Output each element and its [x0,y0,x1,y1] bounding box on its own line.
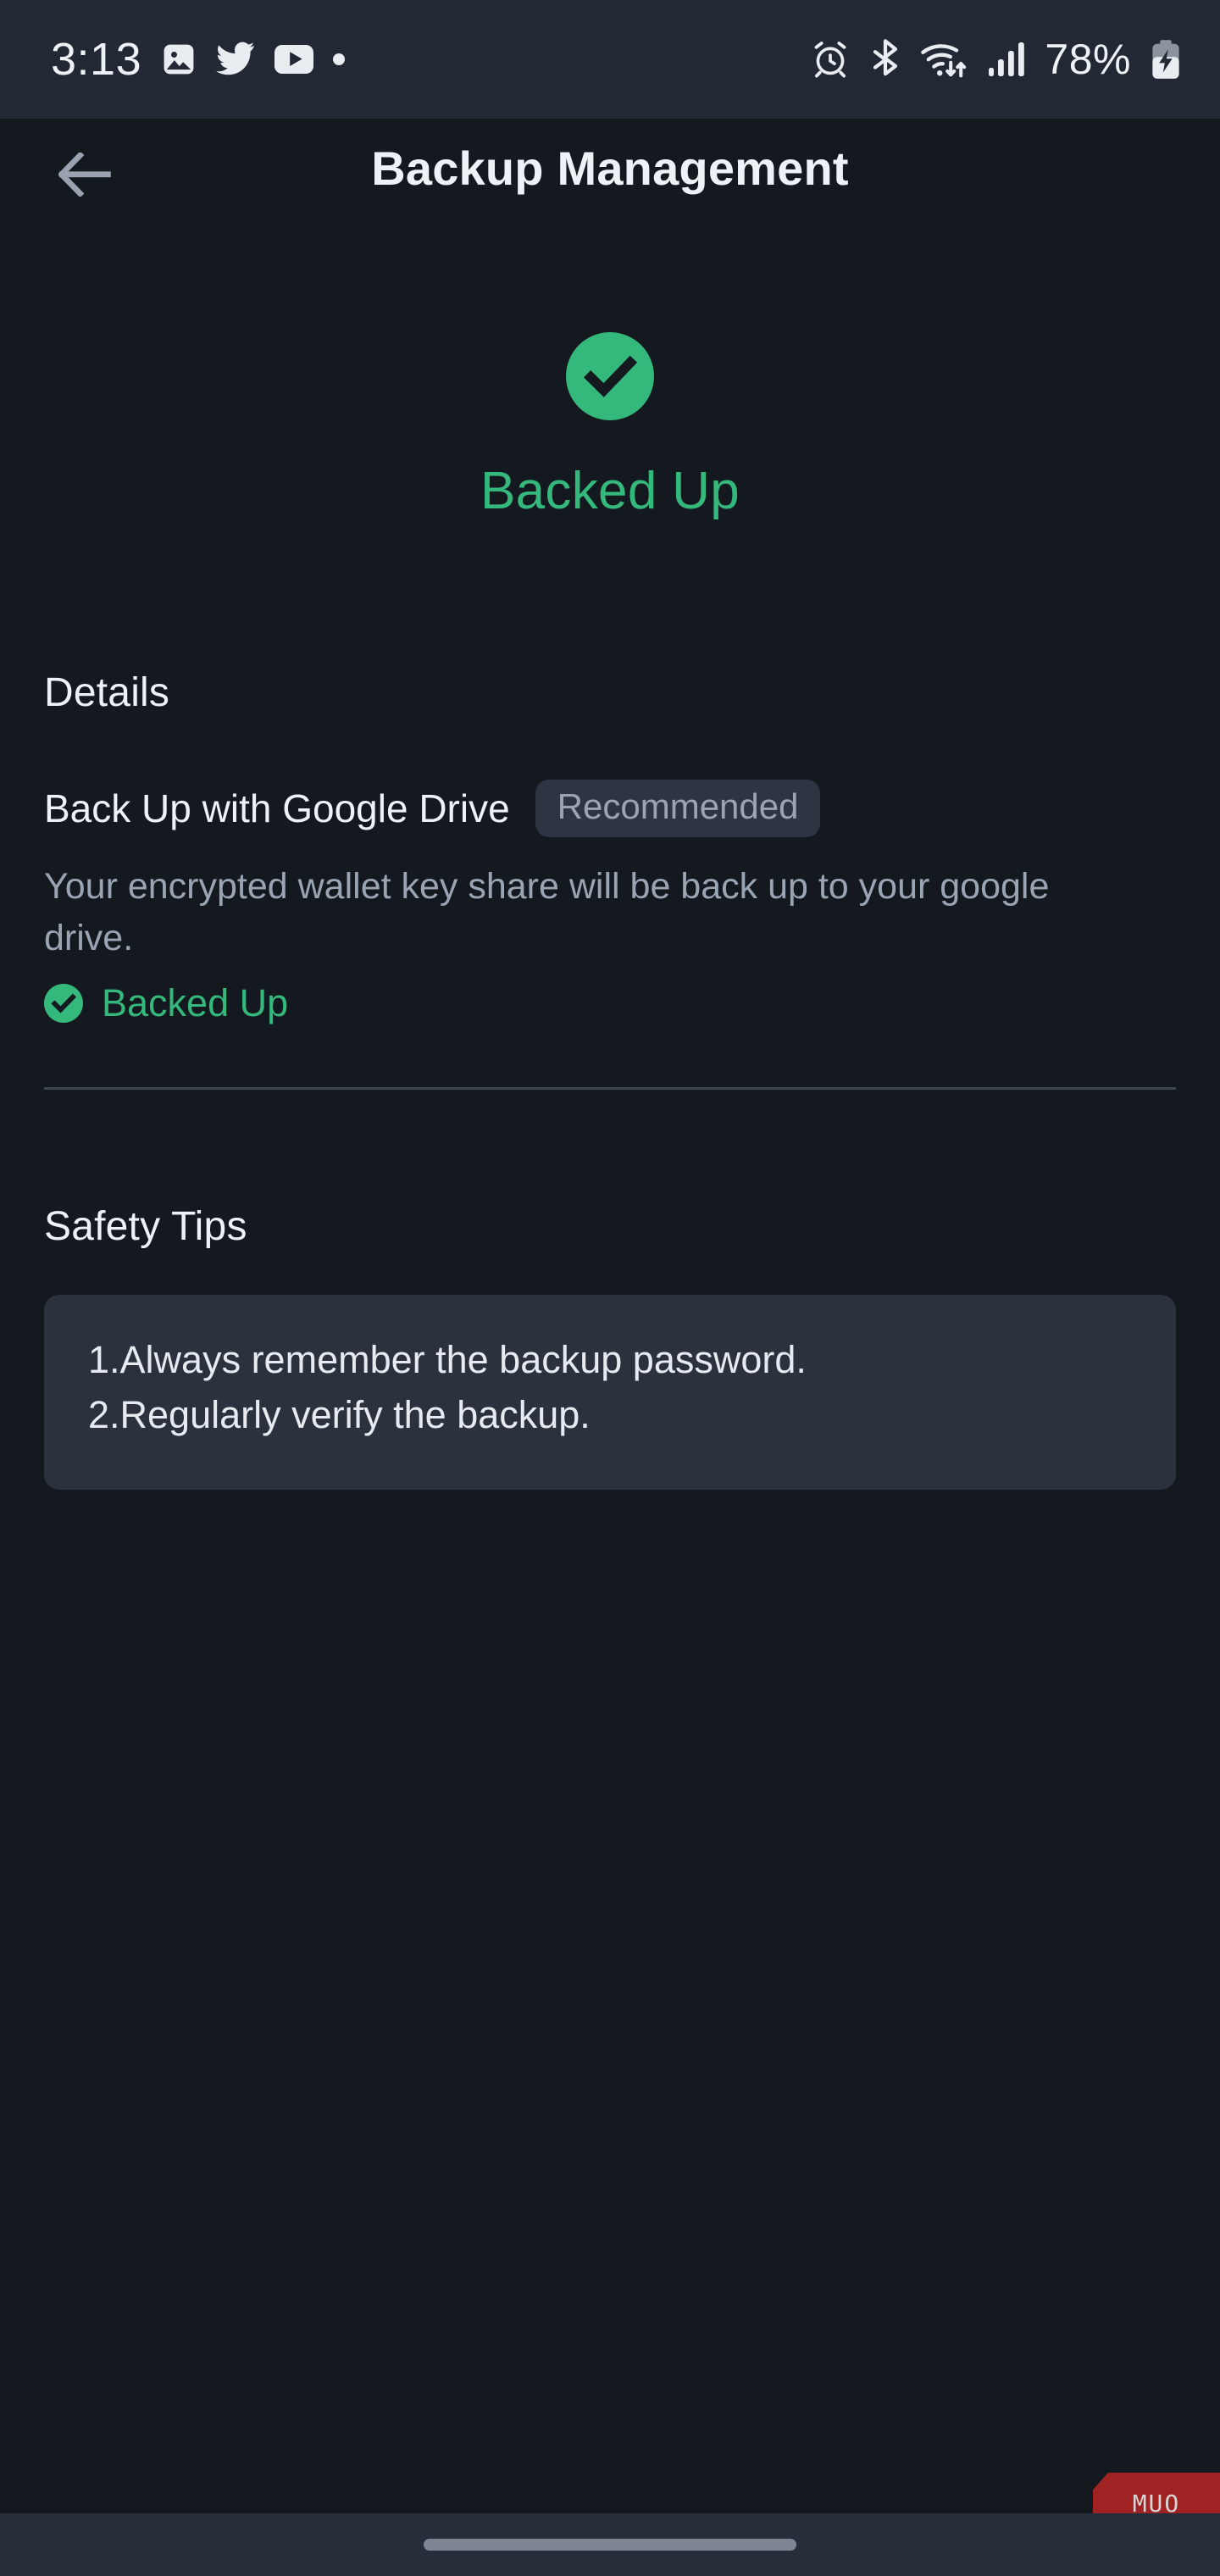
google-drive-backup-status: Backed Up [44,981,288,1025]
backup-status-label: Backed Up [480,462,740,520]
page-title: Backup Management [371,142,849,195]
backup-status-hero: Backed Up [0,332,1220,521]
section-divider [44,1087,1176,1090]
status-bar: 3:13 78% [0,0,1220,119]
battery-charging-icon [1152,40,1179,79]
home-gesture-pill[interactable] [424,2539,796,2551]
google-drive-backup-status-label: Backed Up [102,981,289,1024]
check-circle-icon [44,984,83,1023]
phone-screen: 3:13 78% Backup Management Backed Up Det… [0,0,1220,2576]
twitter-icon [216,42,255,75]
status-bar-left: 3:13 [51,33,346,86]
app-bar: Backup Management [0,119,1220,227]
google-drive-backup-description: Your encrypted wallet key share will be … [44,866,1050,959]
system-navigation-bar [0,2513,1220,2576]
battery-percent-label: 78% [1045,36,1131,83]
dot-indicator-icon [333,53,346,65]
google-drive-backup-row[interactable]: Back Up with Google Drive Recommended [44,780,821,837]
recommended-badge: Recommended [535,780,821,837]
safety-tips-card: 1.Always remember the backup password. 2… [44,1295,1176,1490]
check-circle-icon [566,332,654,420]
cellular-signal-icon [989,42,1025,76]
details-heading: Details [44,670,170,715]
alarm-icon [815,42,846,78]
safety-tips-heading: Safety Tips [44,1204,247,1249]
list-item: 1.Always remember the backup password. [88,1338,807,1381]
list-item: 2.Regularly verify the backup. [88,1393,591,1437]
photos-icon [164,44,194,75]
youtube-icon [274,45,314,74]
google-drive-backup-title: Back Up with Google Drive [44,786,510,830]
status-bar-clock: 3:13 [51,34,142,85]
status-bar-right: 78% [811,35,1181,84]
bluetooth-icon [873,39,898,76]
wifi-icon [921,44,967,78]
